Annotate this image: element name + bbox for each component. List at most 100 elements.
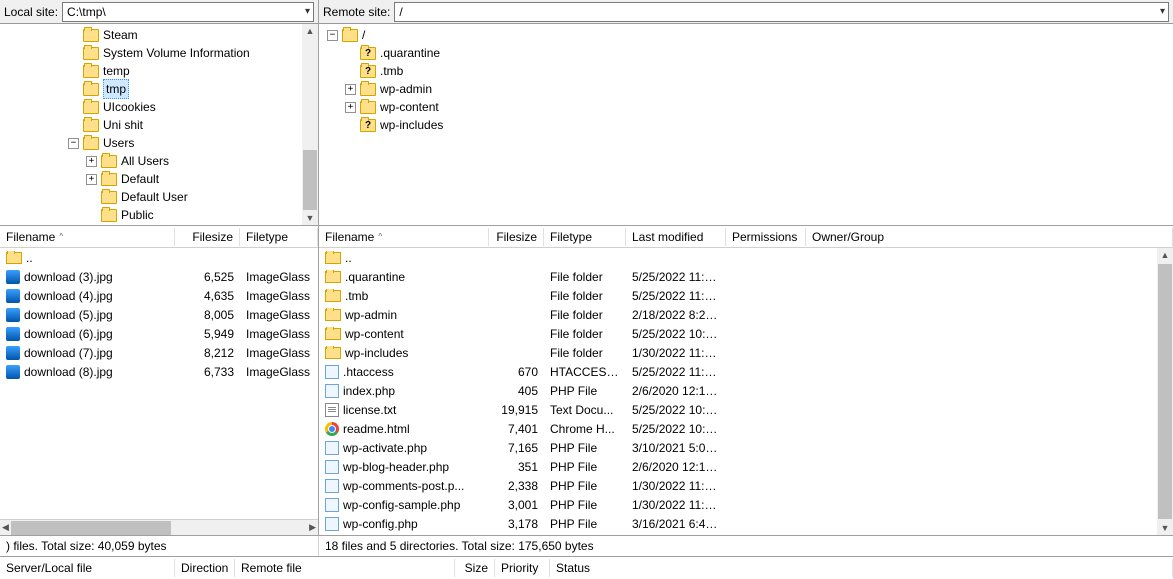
collapse-icon[interactable]: − <box>68 138 79 149</box>
folder-icon <box>6 252 22 264</box>
list-item[interactable]: wp-config-sample.php3,001PHP File1/30/20… <box>319 495 1173 514</box>
list-item[interactable]: wp-config.php3,178PHP File3/16/2021 6:49… <box>319 514 1173 533</box>
tree-label: System Volume Information <box>103 44 250 62</box>
queue-col-server[interactable]: Server/Local file <box>0 559 175 577</box>
list-item[interactable]: wp-activate.php7,165PHP File3/10/2021 5:… <box>319 438 1173 457</box>
expand-icon[interactable]: + <box>345 102 356 113</box>
local-file-list: Filename ^ Filesize Filetype ..download … <box>0 226 319 535</box>
remote-tree[interactable]: −/.quarantine.tmb + wp-admin + wp-contentwp-… <box>319 24 1173 225</box>
tree-label: Default <box>121 170 159 188</box>
list-item[interactable]: .tmbFile folder5/25/2022 11:2... <box>319 286 1173 305</box>
tree-item[interactable]: + Default <box>0 170 318 188</box>
column-filename[interactable]: Filename ^ <box>319 228 489 246</box>
file-icon <box>6 270 20 284</box>
tree-label: Public <box>121 206 154 224</box>
tree-item[interactable]: System Volume Information <box>0 44 318 62</box>
folder-icon <box>360 83 376 96</box>
column-filesize[interactable]: Filesize <box>489 228 544 246</box>
scroll-left-icon[interactable]: ◀ <box>2 522 9 533</box>
list-item[interactable]: download (6).jpg5,949ImageGlass <box>0 324 318 343</box>
scrollbar-horizontal[interactable]: ◀ ▶ <box>0 519 318 535</box>
file-icon <box>325 365 339 379</box>
scroll-up-icon[interactable]: ▲ <box>1161 248 1170 262</box>
list-item[interactable]: wp-adminFile folder2/18/2022 8:26:... <box>319 305 1173 324</box>
top-section: Local site: C:\tmp\ ▾ SteamSystem Volume… <box>0 0 1173 226</box>
queue-col-remote[interactable]: Remote file <box>235 559 455 577</box>
remote-list-header[interactable]: Filename ^ Filesize Filetype Last modifi… <box>319 226 1173 248</box>
local-site-combo[interactable]: C:\tmp\ ▾ <box>62 2 314 22</box>
tree-label: Steam <box>103 26 138 44</box>
list-item[interactable]: readme.html7,401Chrome H...5/25/2022 10:… <box>319 419 1173 438</box>
queue-col-status[interactable]: Status <box>550 559 1173 577</box>
tree-item[interactable]: +All Users <box>0 152 318 170</box>
tree-item[interactable]: UIcookies <box>0 98 318 116</box>
scrollbar-vertical[interactable]: ▲ ▼ <box>1157 248 1173 535</box>
queue-header[interactable]: Server/Local file Direction Remote file … <box>0 557 1173 579</box>
list-item[interactable]: download (7).jpg8,212ImageGlass <box>0 343 318 362</box>
list-item[interactable]: .htaccess670HTACCESS ...5/25/2022 11:2..… <box>319 362 1173 381</box>
tree-item[interactable]: Steam <box>0 26 318 44</box>
remote-list-body[interactable]: ...quarantineFile folder5/25/2022 11:0..… <box>319 248 1173 535</box>
tree-item[interactable]: .quarantine <box>319 44 1173 62</box>
remote-file-list: Filename ^ Filesize Filetype Last modifi… <box>319 226 1173 535</box>
scroll-down-icon[interactable]: ▼ <box>1161 521 1170 535</box>
list-item[interactable]: wp-includesFile folder1/30/2022 11:2... <box>319 343 1173 362</box>
tree-item[interactable]: −Users <box>0 134 318 152</box>
list-item[interactable]: wp-contentFile folder5/25/2022 10:5... <box>319 324 1173 343</box>
folder-icon <box>101 209 117 222</box>
list-item[interactable]: index.php405PHP File2/6/2020 12:18:... <box>319 381 1173 400</box>
queue-col-priority[interactable]: Priority <box>495 559 550 577</box>
folder-unknown-icon <box>360 119 376 132</box>
expand-icon[interactable]: + <box>86 174 97 185</box>
scrollbar-vertical[interactable]: ▲ ▼ <box>302 24 318 225</box>
scroll-right-icon[interactable]: ▶ <box>309 522 316 533</box>
local-tree[interactable]: SteamSystem Volume InformationtemptmpUIc… <box>0 24 318 225</box>
tree-item[interactable]: Default User <box>0 188 318 206</box>
list-item[interactable]: license.txt19,915Text Docu...5/25/2022 1… <box>319 400 1173 419</box>
tree-label: wp-content <box>380 98 439 116</box>
column-filetype[interactable]: Filetype <box>240 228 318 246</box>
scroll-up-icon[interactable]: ▲ <box>306 24 315 38</box>
queue-col-size[interactable]: Size <box>455 559 495 577</box>
scroll-down-icon[interactable]: ▼ <box>306 211 315 225</box>
file-icon <box>6 308 20 322</box>
column-filename[interactable]: Filename ^ <box>0 228 175 246</box>
tree-label: wp-admin <box>380 80 432 98</box>
expand-icon[interactable]: + <box>86 156 97 167</box>
tree-item[interactable]: Public <box>0 206 318 224</box>
remote-status: 18 files and 5 directories. Total size: … <box>319 536 1173 556</box>
tree-item[interactable]: tmp <box>0 80 318 98</box>
list-item[interactable]: download (8).jpg6,733ImageGlass <box>0 362 318 381</box>
column-filesize[interactable]: Filesize <box>175 228 240 246</box>
column-modified[interactable]: Last modified <box>626 228 726 246</box>
list-item[interactable]: .quarantineFile folder5/25/2022 11:0... <box>319 267 1173 286</box>
tree-item[interactable]: + wp-admin <box>319 80 1173 98</box>
folder-icon <box>325 252 341 264</box>
column-permissions[interactable]: Permissions <box>726 228 806 246</box>
tree-item[interactable]: + wp-content <box>319 98 1173 116</box>
local-site-label: Local site: <box>4 5 58 19</box>
tree-item[interactable]: Uni shit <box>0 116 318 134</box>
column-owner[interactable]: Owner/Group <box>806 228 1173 246</box>
list-item-up[interactable]: .. <box>0 248 318 267</box>
list-item[interactable]: download (4).jpg4,635ImageGlass <box>0 286 318 305</box>
list-item[interactable]: download (5).jpg8,005ImageGlass <box>0 305 318 324</box>
expand-icon[interactable]: + <box>345 84 356 95</box>
tree-item[interactable]: wp-includes <box>319 116 1173 134</box>
file-icon <box>325 498 339 512</box>
queue-col-direction[interactable]: Direction <box>175 559 235 577</box>
remote-site-combo[interactable]: / ▾ <box>394 2 1169 22</box>
list-item[interactable]: wp-blog-header.php351PHP File2/6/2020 12… <box>319 457 1173 476</box>
local-list-header[interactable]: Filename ^ Filesize Filetype <box>0 226 318 248</box>
tree-item[interactable]: temp <box>0 62 318 80</box>
collapse-icon[interactable]: − <box>327 30 338 41</box>
local-list-body[interactable]: ..download (3).jpg6,525ImageGlassdownloa… <box>0 248 318 519</box>
file-icon <box>325 384 339 398</box>
list-item[interactable]: download (3).jpg6,525ImageGlass <box>0 267 318 286</box>
folder-icon <box>101 191 117 204</box>
tree-item[interactable]: .tmb <box>319 62 1173 80</box>
column-filetype[interactable]: Filetype <box>544 228 626 246</box>
tree-item[interactable]: −/ <box>319 26 1173 44</box>
list-item-up[interactable]: .. <box>319 248 1173 267</box>
list-item[interactable]: wp-comments-post.p...2,338PHP File1/30/2… <box>319 476 1173 495</box>
